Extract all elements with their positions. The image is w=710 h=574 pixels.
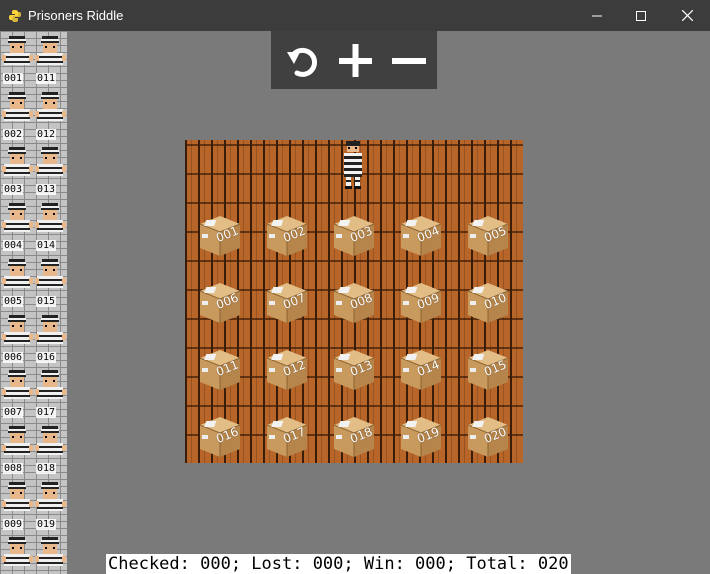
window-title: Prisoners Riddle bbox=[28, 8, 124, 23]
prisoner-number: 012 bbox=[36, 128, 57, 140]
box-item[interactable]: 009 bbox=[397, 277, 445, 325]
box-item[interactable]: 013 bbox=[330, 344, 378, 392]
prisoner-item: 004 bbox=[1, 200, 34, 253]
prisoner-sprite-icon bbox=[35, 537, 66, 567]
prisoner-item: 003 bbox=[1, 144, 34, 197]
toolbar bbox=[271, 31, 437, 89]
maximize-button[interactable] bbox=[618, 0, 664, 31]
close-button[interactable] bbox=[664, 0, 710, 31]
prisoner-number: 017 bbox=[36, 407, 57, 419]
box-item[interactable]: 016 bbox=[196, 411, 244, 459]
prisoner-number: 015 bbox=[36, 295, 57, 307]
prisoner-item: 010 bbox=[1, 534, 34, 574]
room-floor: 001 002 003 004 005 006 007 008 009 010 011 012 013 0… bbox=[185, 140, 523, 463]
prisoner-item: 008 bbox=[1, 423, 34, 476]
prisoner-number: 016 bbox=[36, 351, 57, 363]
prisoner-number: 007 bbox=[3, 407, 24, 419]
box-item[interactable]: 001 bbox=[196, 210, 244, 258]
prisoner-number: 011 bbox=[36, 73, 57, 84]
prisoner-item: 012 bbox=[34, 89, 67, 142]
prisoner-item: 014 bbox=[34, 200, 67, 253]
prisoner-item: 009 bbox=[1, 479, 34, 532]
maximize-icon bbox=[636, 10, 646, 21]
prisoner-number: 003 bbox=[3, 184, 24, 196]
reset-button[interactable] bbox=[274, 31, 329, 89]
box-item[interactable]: 011 bbox=[196, 344, 244, 392]
close-icon bbox=[681, 10, 693, 21]
prisoner-number: 005 bbox=[3, 295, 24, 307]
prisoner-item: 001 bbox=[1, 33, 34, 86]
active-prisoner-sprite bbox=[344, 141, 362, 189]
prisoner-number: 018 bbox=[36, 462, 57, 474]
prisoner-item: 002 bbox=[1, 89, 34, 142]
box-item[interactable]: 006 bbox=[196, 277, 244, 325]
prisoner-item: 018 bbox=[34, 423, 67, 476]
box-item[interactable]: 004 bbox=[397, 210, 445, 258]
box-item[interactable]: 018 bbox=[330, 411, 378, 459]
plus-icon bbox=[339, 44, 372, 77]
prisoner-item: 013 bbox=[34, 144, 67, 197]
prisoner-item: 020 bbox=[34, 534, 67, 574]
prisoner-number: 019 bbox=[36, 518, 57, 530]
undo-arrow-icon bbox=[287, 47, 317, 77]
prisoner-number: 004 bbox=[3, 240, 24, 252]
prisoner-item: 011 bbox=[34, 33, 67, 86]
box-item[interactable]: 002 bbox=[263, 210, 311, 258]
prisoner-number: 013 bbox=[36, 184, 57, 196]
python-icon bbox=[9, 9, 21, 22]
prisoner-number: 014 bbox=[36, 240, 57, 252]
title-bar: Prisoners Riddle bbox=[0, 0, 710, 31]
prisoner-sidebar: 001 002 003 004 005 006 007 008 009 010 011 012 013 0… bbox=[0, 31, 67, 574]
prisoner-item: 005 bbox=[1, 256, 34, 309]
box-item[interactable]: 003 bbox=[330, 210, 378, 258]
box-item[interactable]: 020 bbox=[464, 411, 512, 459]
prisoner-number: 008 bbox=[3, 462, 24, 474]
add-button[interactable] bbox=[328, 31, 383, 89]
box-item[interactable]: 015 bbox=[464, 344, 512, 392]
box-item[interactable]: 014 bbox=[397, 344, 445, 392]
box-item[interactable]: 010 bbox=[464, 277, 512, 325]
box-item[interactable]: 012 bbox=[263, 344, 311, 392]
prisoner-number: 009 bbox=[3, 518, 24, 530]
box-item[interactable]: 007 bbox=[263, 277, 311, 325]
prisoner-number: 001 bbox=[3, 73, 24, 84]
minimize-icon bbox=[592, 15, 602, 16]
minus-icon bbox=[392, 58, 426, 64]
box-item[interactable]: 017 bbox=[263, 411, 311, 459]
prisoner-number: 002 bbox=[3, 128, 24, 140]
prisoner-item: 015 bbox=[34, 256, 67, 309]
prisoner-item: 006 bbox=[1, 312, 34, 365]
prisoner-sprite-icon bbox=[2, 537, 33, 567]
box-item[interactable]: 019 bbox=[397, 411, 445, 459]
box-item[interactable]: 005 bbox=[464, 210, 512, 258]
status-bar: Checked: 000; Lost: 000; Win: 000; Total… bbox=[106, 554, 571, 574]
prisoner-item: 017 bbox=[34, 367, 67, 420]
minimize-button[interactable] bbox=[574, 0, 620, 31]
box-item[interactable]: 008 bbox=[330, 277, 378, 325]
prisoner-item: 007 bbox=[1, 367, 34, 420]
remove-button[interactable] bbox=[382, 31, 437, 89]
prisoner-number: 006 bbox=[3, 351, 24, 363]
prisoner-item: 019 bbox=[34, 479, 67, 532]
prisoner-item: 016 bbox=[34, 312, 67, 365]
